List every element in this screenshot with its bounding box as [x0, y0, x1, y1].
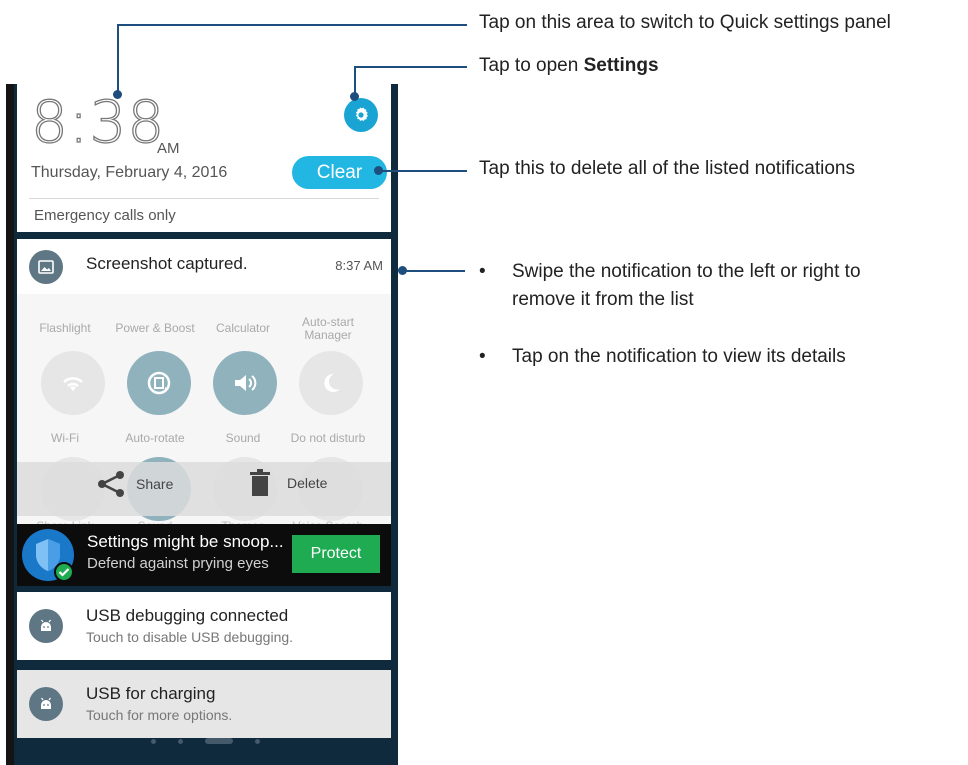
qs-label-auto-rotate: Auto-rotate [125, 431, 185, 445]
share-label: Share [136, 476, 174, 492]
callout-dot [398, 266, 407, 275]
clock-ampm: AM [157, 140, 180, 157]
qs-toggle-sound[interactable] [213, 351, 277, 415]
callout-swipe-line2: remove it from the list [512, 289, 694, 310]
clock-time: 8:38 [30, 87, 166, 156]
clear-all-button[interactable]: Clear [292, 156, 387, 189]
qs-toggle-wifi[interactable] [41, 351, 105, 415]
notification-subtitle: Touch to disable USB debugging. [86, 629, 294, 645]
gear-icon [355, 107, 369, 121]
divider [29, 198, 379, 199]
share-icon [98, 471, 124, 497]
rotate-icon [147, 371, 171, 395]
swipe-actions-row [17, 462, 391, 516]
notification-title: USB debugging connected [86, 606, 289, 625]
date-label: Thursday, February 4, 2016 [31, 164, 228, 181]
callout-dot [113, 90, 122, 99]
trash-icon [250, 469, 270, 496]
share-button[interactable]: Share [96, 469, 173, 499]
callout-line [354, 66, 467, 68]
callout-line [117, 24, 119, 94]
callout-tap-details: Tap on the notification to view its deta… [512, 346, 846, 367]
qs-label-auto-start: Auto-start Manager [301, 315, 355, 342]
notification-header[interactable]: 8:38 AM Thursday, February 4, 2016 Clear… [17, 84, 391, 232]
page-indicator [151, 738, 260, 744]
security-subtitle: Defend against prying eyes [87, 555, 269, 572]
notification-security[interactable]: Settings might be snoop... Defend agains… [17, 524, 391, 586]
volume-icon [235, 375, 257, 391]
bullet-marker: • [479, 261, 486, 282]
moon-icon [324, 373, 340, 392]
notification-time: 8:37 AM [335, 258, 383, 273]
protect-button[interactable]: Protect [292, 535, 380, 573]
notification-title: USB for charging [86, 684, 216, 703]
shield-icon [22, 529, 74, 582]
callout-dot [374, 166, 383, 175]
callout-settings: Tap to open Settings [479, 55, 659, 76]
qs-label-sound: Sound [225, 431, 261, 445]
bullet-marker: • [479, 346, 486, 367]
qs-toggle-do-not-disturb[interactable] [299, 351, 363, 415]
delete-label: Delete [287, 475, 328, 491]
image-icon [29, 250, 63, 284]
android-icon [29, 609, 63, 643]
notification-usb-debugging[interactable]: USB debugging connected Touch to disable… [17, 592, 391, 660]
notification-title: Screenshot captured. [86, 254, 248, 273]
callout-line [378, 170, 467, 172]
qs-label-power-boost: Power & Boost [115, 321, 195, 335]
phone-bezel [6, 84, 14, 765]
phone-screen: 8:38 AM Thursday, February 4, 2016 Clear… [6, 84, 398, 765]
carrier-status: Emergency calls only [34, 207, 176, 224]
android-icon [29, 687, 63, 721]
wifi-icon [63, 377, 83, 391]
notification-screenshot[interactable]: Screenshot captured. 8:37 AM [17, 239, 391, 294]
callout-swipe-line1: Swipe the notification to the left or ri… [512, 261, 861, 282]
qs-toggle-auto-rotate[interactable] [127, 351, 191, 415]
qs-label-do-not-disturb: Do not disturb [290, 431, 366, 445]
callout-line [117, 24, 467, 26]
callout-dot [350, 92, 359, 101]
settings-button[interactable] [344, 98, 378, 132]
qs-label-wifi: Wi-Fi [51, 431, 79, 445]
notification-usb-charging[interactable]: USB for charging Touch for more options. [17, 670, 391, 738]
qs-label-calculator: Calculator [215, 321, 271, 335]
qs-label-flashlight: Flashlight [39, 321, 91, 335]
callout-clear: Tap this to delete all of the listed not… [479, 158, 856, 179]
security-title: Settings might be snoop... [87, 532, 284, 551]
delete-button[interactable]: Delete [249, 469, 327, 497]
callout-line [403, 270, 465, 272]
callout-quick-settings: Tap on this area to switch to Quick sett… [479, 12, 891, 33]
notification-subtitle: Touch for more options. [86, 707, 233, 723]
